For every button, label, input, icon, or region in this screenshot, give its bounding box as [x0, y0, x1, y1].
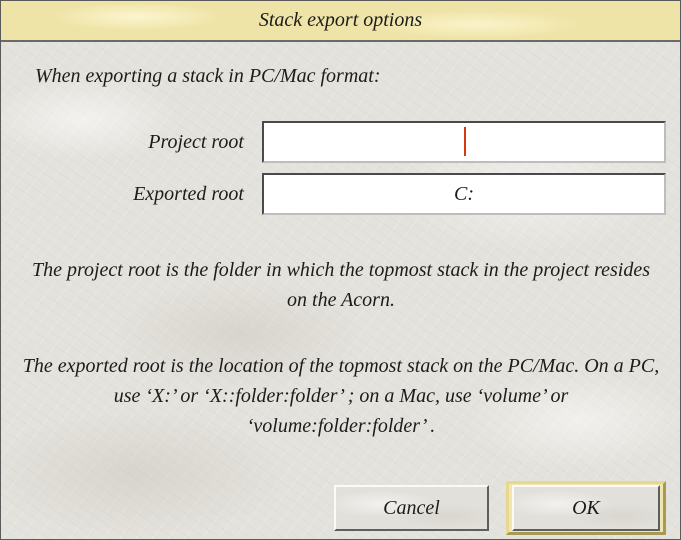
dialog-title: Stack export options — [258, 9, 423, 31]
ok-button[interactable]: OK — [512, 485, 660, 531]
stack-export-dialog: Stack export options When exporting a st… — [0, 0, 681, 540]
project-root-help-text: The project root is the folder in which … — [31, 259, 651, 311]
text-caret — [464, 127, 466, 156]
title-bar[interactable]: Stack export options — [1, 1, 680, 42]
exported-root-label: Exported root — [133, 183, 244, 205]
intro-text: When exporting a stack in PC/Mac format: — [35, 65, 381, 87]
project-root-label: Project root — [148, 131, 244, 153]
cancel-button[interactable]: Cancel — [334, 485, 489, 531]
exported-root-help-text: The exported root is the location of the… — [22, 355, 660, 437]
exported-root-input[interactable] — [262, 173, 666, 215]
